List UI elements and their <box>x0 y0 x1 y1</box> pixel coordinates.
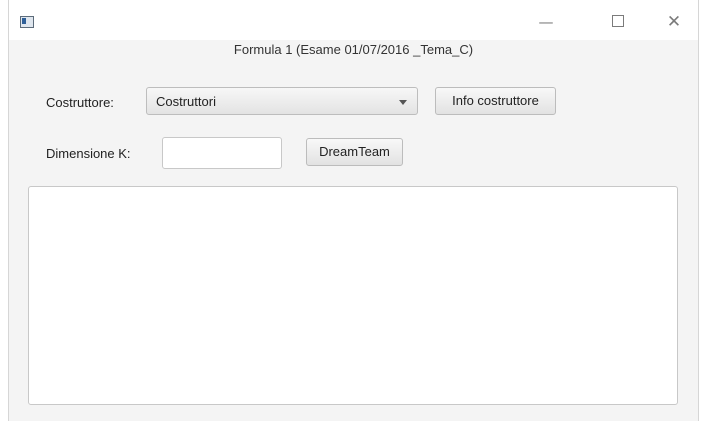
dimensione-k-input[interactable] <box>162 137 282 169</box>
result-textarea[interactable] <box>28 186 678 405</box>
dreamteam-button[interactable]: DreamTeam <box>306 138 403 166</box>
costruttore-label: Costruttore: <box>46 95 114 110</box>
close-button[interactable]: ✕ <box>659 10 689 34</box>
info-costruttore-button[interactable]: Info costruttore <box>435 87 556 115</box>
chevron-down-icon <box>399 100 407 105</box>
app-icon <box>20 16 34 28</box>
combobox-value: Costruttori <box>156 94 216 109</box>
dimensione-label: Dimensione K: <box>46 146 131 161</box>
title-bar[interactable]: — ✕ <box>9 0 698 40</box>
costruttore-combobox[interactable]: Costruttori <box>146 87 418 115</box>
maximize-icon <box>612 15 624 27</box>
minimize-button[interactable]: — <box>531 10 561 34</box>
window-title: Formula 1 (Esame 01/07/2016 _Tema_C) <box>233 42 474 57</box>
app-window: — ✕ Formula 1 (Esame 01/07/2016 _Tema_C)… <box>8 0 699 421</box>
maximize-button[interactable] <box>603 10 633 34</box>
